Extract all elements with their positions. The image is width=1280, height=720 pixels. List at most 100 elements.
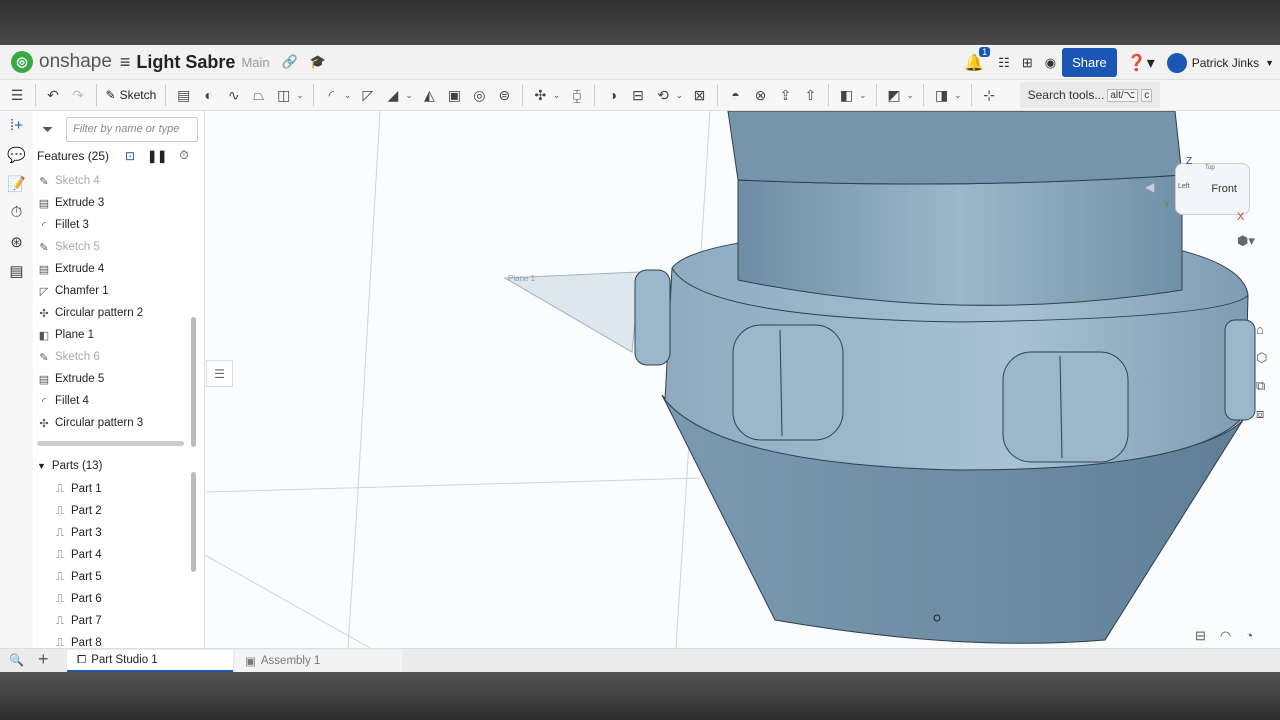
help-icon[interactable]: ❓▾ <box>1127 53 1155 73</box>
modify-fillet-icon[interactable]: ◓ <box>724 84 746 106</box>
section-view-icon[interactable]: ◨ <box>931 84 953 106</box>
feature-item[interactable]: ◸ Chamfer 1 <box>37 280 109 302</box>
pause-icon[interactable]: ❚❚ <box>147 149 167 163</box>
part-item[interactable]: ⎍ Part 4 <box>53 544 102 566</box>
search-tabs-icon[interactable]: 🔍 <box>9 653 24 667</box>
redo-icon[interactable]: ↷ <box>67 84 89 106</box>
chevron-down-icon[interactable]: ⌄ <box>344 90 352 101</box>
filter-input[interactable]: Filter by name or type <box>66 117 198 142</box>
feature-item[interactable]: ◜ Fillet 4 <box>37 390 89 412</box>
tasks-icon[interactable]: ☷ <box>998 55 1010 71</box>
branch-label[interactable]: Main <box>241 55 269 70</box>
revolve-icon[interactable]: ◐ <box>198 84 220 106</box>
chevron-down-icon[interactable]: ⌄ <box>296 90 304 101</box>
plane-icon[interactable]: ◧ <box>835 84 857 106</box>
loft-icon[interactable]: ⏢ <box>248 84 270 106</box>
sketch-button[interactable]: ✎ Sketch <box>106 88 157 102</box>
graphics-viewport[interactable]: Plane 1 <box>205 111 1280 648</box>
rib-icon[interactable]: ◭ <box>418 84 440 106</box>
view-options-icon[interactable]: ⬢▾ <box>1237 233 1255 249</box>
rollback-timer-icon[interactable]: ⏱ <box>179 148 188 163</box>
fit-icon[interactable]: ⊹ <box>978 84 1000 106</box>
chevron-down-icon[interactable]: ⌄ <box>405 90 413 101</box>
move-face-icon[interactable]: ⇪ <box>774 84 796 106</box>
feature-item[interactable]: ✣ Circular pattern 2 <box>37 302 143 324</box>
horizontal-scrollbar[interactable] <box>37 441 184 446</box>
split-icon[interactable]: ⊟ <box>627 84 649 106</box>
document-title[interactable]: Light Sabre <box>136 52 235 73</box>
feature-item[interactable]: ✎ Sketch 6 <box>37 346 99 368</box>
feature-item[interactable]: ▤ Extrude 5 <box>37 368 104 390</box>
sweep-icon[interactable]: ∿ <box>223 84 245 106</box>
part-item[interactable]: ⎍ Part 5 <box>53 566 102 588</box>
delete-part-icon[interactable]: ⊠ <box>688 84 710 106</box>
history-icon[interactable]: ⏱ <box>0 198 33 227</box>
parts-header[interactable]: ▼ Parts (13) <box>37 460 102 472</box>
explode-icon[interactable]: ⧉ <box>1256 378 1276 406</box>
user-menu-chevron-icon[interactable]: ▼ <box>1265 58 1274 68</box>
rotate-arrow-icon[interactable]: ◀ <box>1145 180 1154 194</box>
part-item[interactable]: ⎍ Part 6 <box>53 588 102 610</box>
new-folder-icon[interactable]: ⊡ <box>125 149 135 163</box>
tab-assembly-1[interactable]: ▣ Assembly 1 <box>235 650 402 672</box>
cube-face-front[interactable]: Front <box>1211 183 1237 195</box>
mirror-icon[interactable]: ⧮ <box>566 84 588 106</box>
fillet-icon[interactable]: ◜ <box>320 84 342 106</box>
part-item[interactable]: ⎍ Part 3 <box>53 522 102 544</box>
part-item[interactable]: ⎍ Part 2 <box>53 500 102 522</box>
shell-icon[interactable]: ▣ <box>443 84 465 106</box>
measure-icon[interactable]: ⧈ <box>1256 406 1276 434</box>
undo-icon[interactable]: ↶ <box>42 84 64 106</box>
variables-icon[interactable]: ⊛ <box>0 227 33 256</box>
part-item[interactable]: ⎍ Part 1 <box>53 478 102 500</box>
delete-face-icon[interactable]: ⊗ <box>749 84 771 106</box>
display-states-icon[interactable]: ⬡ <box>1256 350 1276 378</box>
properties-icon[interactable]: ▤ <box>0 256 33 285</box>
feature-item[interactable]: ▤ Extrude 4 <box>37 258 104 280</box>
insert-feature-icon[interactable]: ⁞+ <box>0 111 33 140</box>
tab-part-studio-1[interactable]: ⧠ Part Studio 1 <box>67 650 233 672</box>
ruler-icon[interactable]: ◔ <box>1245 628 1253 644</box>
add-tab-icon[interactable]: + <box>38 649 49 670</box>
view-cube[interactable]: Front Top Left X Z Y ◀ ⬢▾ <box>1145 125 1265 248</box>
feature-item[interactable]: ✣ Circular pattern 3 <box>37 412 143 434</box>
comments-icon[interactable]: 💬 <box>0 140 33 169</box>
feature-item[interactable]: ◜ Fillet 3 <box>37 214 89 236</box>
feature-item[interactable]: ▤ Extrude 3 <box>37 192 104 214</box>
chevron-down-icon[interactable]: ⌄ <box>954 90 962 101</box>
avatar[interactable] <box>1166 52 1187 73</box>
mate-connector-icon[interactable]: ◩ <box>883 84 905 106</box>
cube-face-top[interactable]: Top <box>1205 165 1215 171</box>
thread-icon[interactable]: ⊜ <box>493 84 515 106</box>
section-icon[interactable]: ⊟ <box>1195 628 1206 644</box>
menu-icon[interactable]: ≡ <box>120 52 131 73</box>
chevron-down-icon[interactable]: ⌄ <box>859 90 867 101</box>
filter-icon[interactable]: ⏷ <box>42 121 53 138</box>
learning-center-icon[interactable]: ◉ <box>1045 55 1056 71</box>
feature-item[interactable]: ◧ Plane 1 <box>37 324 94 346</box>
camera-icon[interactable]: ◠ <box>1220 628 1231 644</box>
transform-icon[interactable]: ⟲ <box>652 84 674 106</box>
feature-list-toggle-icon[interactable]: ☰ <box>6 84 28 106</box>
hole-icon[interactable]: ◎ <box>468 84 490 106</box>
link-icon[interactable]: 🔗 <box>282 54 298 70</box>
cube-face-left[interactable]: Left <box>1178 183 1190 190</box>
user-menu[interactable]: Patrick Jinks <box>1192 56 1259 70</box>
feature-item[interactable]: ✎ Sketch 5 <box>37 236 99 258</box>
collapse-panel-button[interactable]: ☰ <box>206 360 233 387</box>
notes-icon[interactable]: 📝 <box>0 169 33 198</box>
thicken-icon[interactable]: ◫ <box>273 84 295 106</box>
notifications-icon[interactable]: 🔔 1 <box>964 46 991 73</box>
chevron-down-icon[interactable]: ⌄ <box>907 90 915 101</box>
chevron-down-icon[interactable]: ⌄ <box>675 90 683 101</box>
replace-face-icon[interactable]: ⇧ <box>799 84 821 106</box>
app-store-icon[interactable]: ⊞ <box>1022 55 1033 71</box>
pattern-icon[interactable]: ✣ <box>529 84 551 106</box>
feature-item[interactable]: ✎ Sketch 4 <box>37 170 99 192</box>
chamfer-icon[interactable]: ◸ <box>357 84 379 106</box>
share-button[interactable]: Share <box>1062 48 1117 77</box>
feature-list-scrollbar[interactable] <box>191 172 198 452</box>
learning-icon[interactable]: 🎓 <box>310 54 326 70</box>
onshape-logo-icon[interactable]: ◎ <box>11 51 33 73</box>
chevron-down-icon[interactable]: ⌄ <box>553 90 561 101</box>
